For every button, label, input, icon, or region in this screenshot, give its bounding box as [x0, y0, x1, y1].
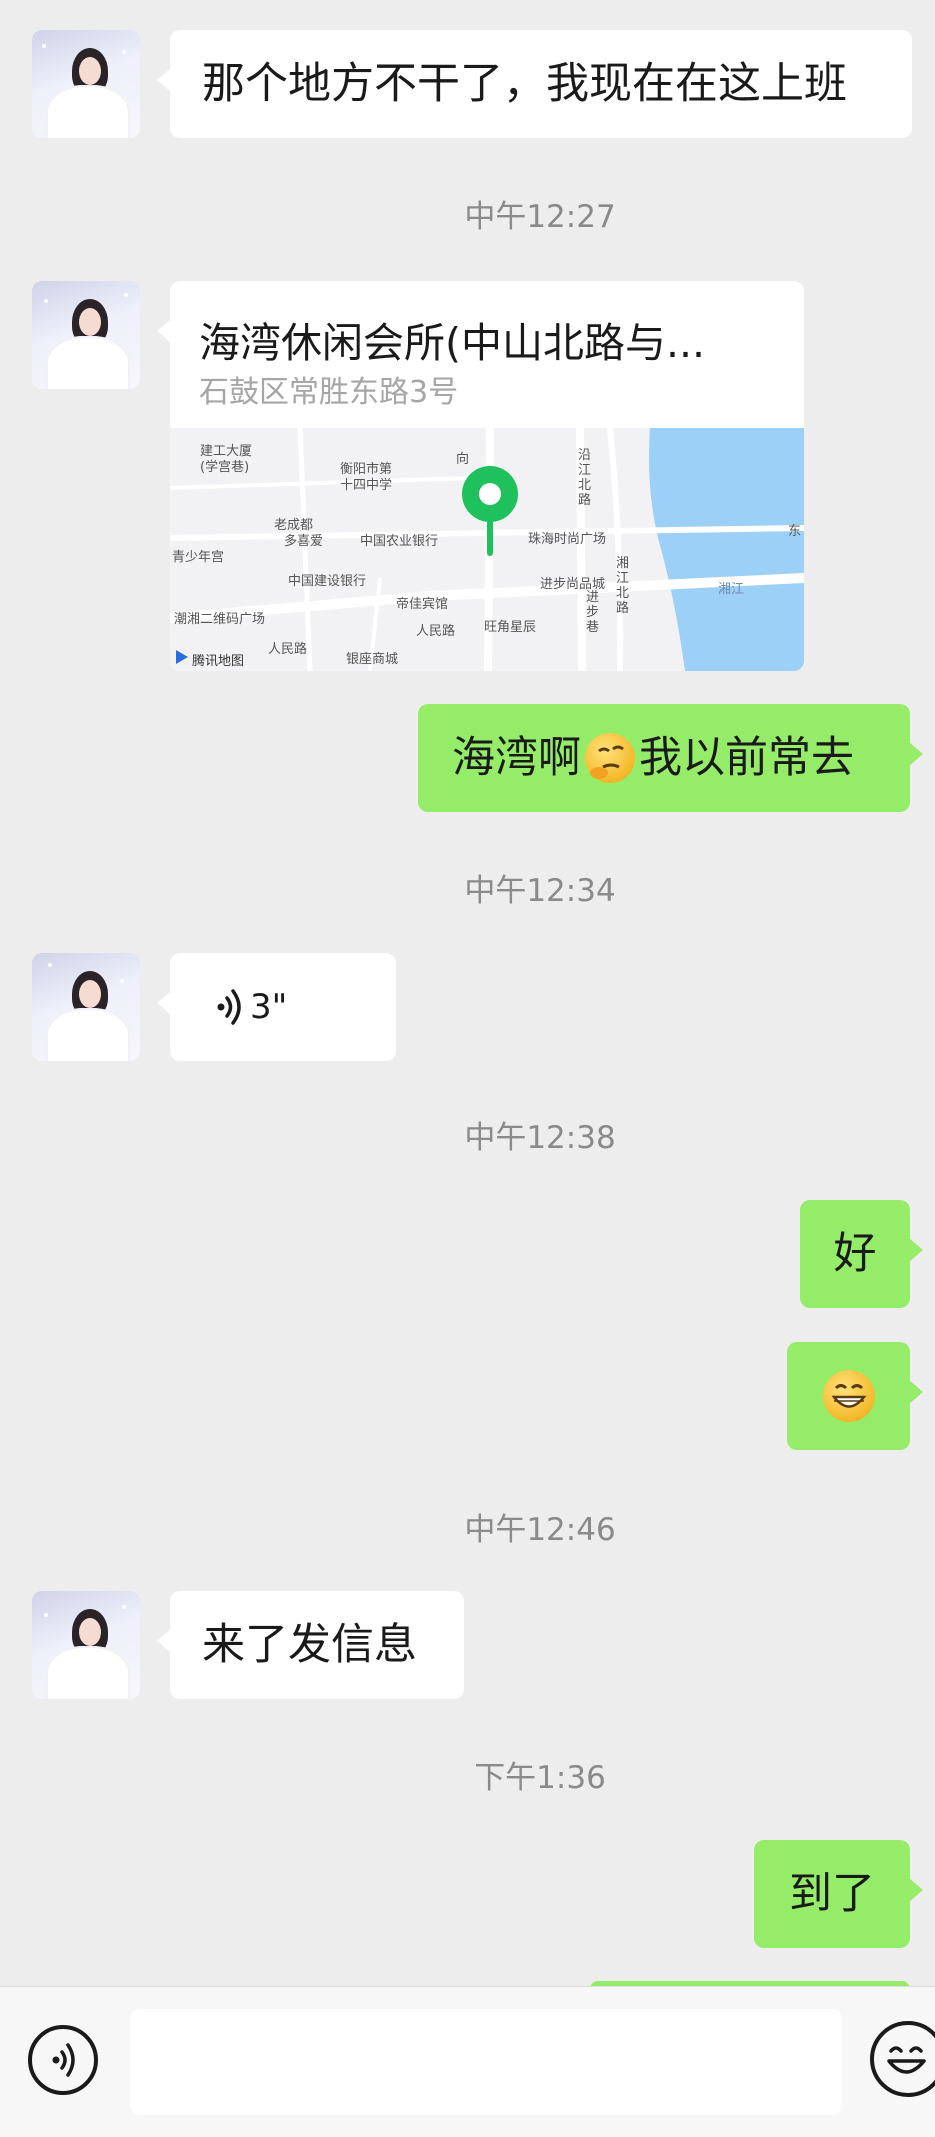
- message-text: 好: [833, 1229, 877, 1279]
- timestamp: 下午1:36: [474, 1760, 606, 1796]
- map-label: 银座商城: [346, 652, 399, 667]
- map-label: (学宫巷): [200, 460, 250, 475]
- message-text: 到了: [789, 1869, 875, 1919]
- map-label: 人民路: [268, 642, 308, 657]
- map-label: 珠海时尚广场: [528, 532, 607, 547]
- map-label: 进步巷: [586, 590, 600, 635]
- sound-wave-icon: [217, 989, 241, 1025]
- contact-avatar[interactable]: [32, 281, 140, 389]
- map-label: 旺角星辰: [484, 620, 537, 635]
- map-label: 十四中学: [340, 478, 393, 493]
- location-address: 石鼓区常胜东路3号: [199, 375, 459, 410]
- sent-message[interactable]: 好: [800, 1200, 923, 1308]
- thinking-emoji-icon: [585, 733, 635, 783]
- map-label: 潮湘二维码广场: [174, 612, 266, 627]
- emoji-icon[interactable]: [870, 2021, 935, 2097]
- map-label: 湘江: [718, 582, 745, 597]
- message-input[interactable]: [130, 2009, 842, 2115]
- map-preview[interactable]: 建工大厦 (学宫巷) 衡阳市第 十四中学 老成都 多喜爱 中国农业银行 青少年宫…: [170, 428, 804, 671]
- sent-sticker-message[interactable]: [787, 1342, 923, 1450]
- map-provider-label: 腾讯地图: [192, 654, 245, 669]
- timestamp: 中午12:27: [464, 199, 616, 235]
- voice-input-icon[interactable]: [28, 2025, 98, 2095]
- sent-message[interactable]: 到了: [754, 1840, 923, 1948]
- map-label: 东: [788, 524, 802, 539]
- voice-duration: 3": [250, 987, 288, 1027]
- map-label: 沿江北路: [578, 448, 592, 508]
- map-label: 青少年宫: [172, 550, 225, 565]
- map-provider-icon: [176, 650, 188, 664]
- message-text: 那个地方不干了，我现在在这上班: [202, 59, 847, 109]
- map-label: 多喜爱: [284, 534, 324, 549]
- map-label: 中国建设银行: [288, 574, 367, 589]
- message-text: 我以前常去: [639, 733, 854, 783]
- message-text: 海湾啊: [452, 733, 581, 783]
- message-text: 来了发信息: [202, 1620, 417, 1670]
- grinning-emoji-icon: [822, 1370, 875, 1422]
- received-message[interactable]: 那个地方不干了，我现在在这上班: [157, 30, 912, 138]
- contact-avatar[interactable]: [32, 1591, 140, 1699]
- timestamp: 中午12:46: [464, 1512, 616, 1548]
- map-label: 人民路: [416, 624, 456, 639]
- sent-message[interactable]: 海湾啊 我以前常去: [418, 704, 923, 812]
- timestamp: 中午12:34: [464, 873, 616, 909]
- contact-avatar[interactable]: [32, 30, 140, 138]
- timestamp: 中午12:38: [464, 1120, 616, 1156]
- location-pin-icon: [462, 466, 518, 556]
- map-label: 中国农业银行: [360, 534, 439, 549]
- chat-input-bar: [0, 1986, 935, 2137]
- voice-message[interactable]: 3": [157, 953, 396, 1061]
- map-label: 湘江北路: [616, 556, 630, 616]
- received-message[interactable]: 来了发信息: [157, 1591, 464, 1699]
- map-label: 帝佳宾馆: [396, 597, 449, 612]
- contact-avatar[interactable]: [32, 953, 140, 1061]
- location-card[interactable]: 海湾休闲会所(中山北路与... 石鼓区常胜东路3号 建工大厦 (学宫巷) 衡阳市…: [170, 281, 804, 671]
- bubble-tail: [157, 319, 171, 343]
- location-title: 海湾休闲会所(中山北路与...: [199, 319, 706, 367]
